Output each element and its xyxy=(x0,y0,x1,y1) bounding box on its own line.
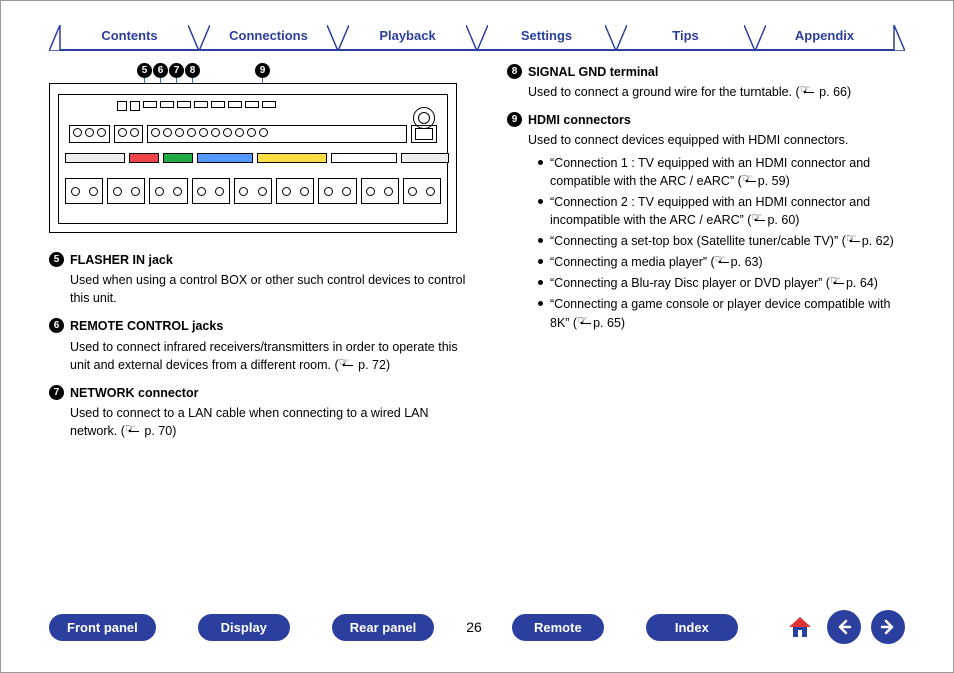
def-title: SIGNAL GND terminal xyxy=(528,63,851,81)
left-definitions: 5 FLASHER IN jack Used when using a cont… xyxy=(49,251,479,440)
callout-5: 5 xyxy=(137,63,152,78)
page-ref-link[interactable]: p. 65 xyxy=(593,316,621,330)
tab-sep-icon xyxy=(605,25,627,51)
rear-panel-diagram xyxy=(49,83,457,233)
page-ref-icon xyxy=(339,360,355,370)
page-ref-icon xyxy=(715,257,731,267)
def-title: HDMI connectors xyxy=(528,111,905,129)
def-network: 7 NETWORK connector Used to connect to a… xyxy=(49,384,479,440)
def-desc: Used when using a control BOX or other s… xyxy=(70,271,479,307)
page-ref-icon xyxy=(830,278,846,288)
tab-row: Contents Connections Playback Settings T… xyxy=(49,23,905,51)
right-column: 8 SIGNAL GND terminal Used to connect a … xyxy=(507,63,905,450)
tab-connections[interactable]: Connections xyxy=(210,27,327,49)
def-desc: Used to connect infrared receivers/trans… xyxy=(70,338,479,374)
callout-9: 9 xyxy=(255,63,270,78)
def-num: 9 xyxy=(507,112,522,127)
callout-7: 7 xyxy=(169,63,184,78)
def-remote-control: 6 REMOTE CONTROL jacks Used to connect i… xyxy=(49,317,479,373)
page-number: 26 xyxy=(466,619,482,635)
page-ref-link[interactable]: p. 62 xyxy=(862,234,890,248)
def-num: 8 xyxy=(507,64,522,79)
arrow-left-icon xyxy=(836,619,852,635)
def-num: 5 xyxy=(49,252,64,267)
def-num: 7 xyxy=(49,385,64,400)
pill-display[interactable]: Display xyxy=(198,614,290,641)
tab-sep-icon xyxy=(327,25,349,51)
tab-edge-icon xyxy=(49,25,71,51)
def-flasher-in: 5 FLASHER IN jack Used when using a cont… xyxy=(49,251,479,307)
page-ref-link[interactable]: p. 63 xyxy=(731,255,759,269)
page-ref-link[interactable]: p. 59 xyxy=(758,174,786,188)
tab-sep-icon xyxy=(188,25,210,51)
pill-remote[interactable]: Remote xyxy=(512,614,604,641)
tab-sep-icon xyxy=(744,25,766,51)
page-ref-icon xyxy=(751,215,767,225)
tab-settings[interactable]: Settings xyxy=(488,27,605,49)
page-ref-link[interactable]: p. 64 xyxy=(846,276,874,290)
home-icon xyxy=(786,613,814,641)
next-button[interactable] xyxy=(871,610,905,644)
page-ref-link[interactable]: p. 60 xyxy=(767,213,795,227)
tab-edge-icon xyxy=(883,25,905,51)
def-signal-gnd: 8 SIGNAL GND terminal Used to connect a … xyxy=(507,63,905,101)
def-desc: Used to connect to a LAN cable when conn… xyxy=(70,404,479,440)
page-ref-icon xyxy=(846,236,862,246)
def-title: NETWORK connector xyxy=(70,384,479,402)
home-button[interactable] xyxy=(783,610,817,644)
top-nav: Contents Connections Playback Settings T… xyxy=(1,1,953,51)
page-ref-icon xyxy=(742,176,758,186)
left-column: 5 6 7 8 9 xyxy=(49,63,479,450)
def-title: FLASHER IN jack xyxy=(70,251,479,269)
list-item: “Connecting a Blu-ray Disc player or DVD… xyxy=(538,274,905,292)
nav-icons xyxy=(783,610,905,644)
page-ref-link[interactable]: p. 66 xyxy=(819,85,847,99)
page-ref-link[interactable]: p. 70 xyxy=(144,424,172,438)
list-item: “Connection 1 : TV equipped with an HDMI… xyxy=(538,154,905,190)
page-ref-icon xyxy=(800,87,816,97)
arrow-right-icon xyxy=(880,619,896,635)
diagram-callouts: 5 6 7 8 9 xyxy=(137,63,479,81)
callout-8: 8 xyxy=(185,63,200,78)
hdmi-bullet-list: “Connection 1 : TV equipped with an HDMI… xyxy=(538,154,905,332)
tab-appendix[interactable]: Appendix xyxy=(766,27,883,49)
def-num: 6 xyxy=(49,318,64,333)
page-ref-link[interactable]: p. 72 xyxy=(358,358,386,372)
pill-front-panel[interactable]: Front panel xyxy=(49,614,156,641)
def-desc: Used to connect a ground wire for the tu… xyxy=(528,83,851,101)
tab-playback[interactable]: Playback xyxy=(349,27,466,49)
list-item: “Connecting a media player” (p. 63) xyxy=(538,253,905,271)
list-item: “Connecting a set-top box (Satellite tun… xyxy=(538,232,905,250)
page-ref-icon xyxy=(577,318,593,328)
list-item: “Connecting a game console or player dev… xyxy=(538,295,905,331)
content-area: 5 6 7 8 9 xyxy=(1,51,953,450)
pill-index[interactable]: Index xyxy=(646,614,738,641)
tab-tips[interactable]: Tips xyxy=(627,27,744,49)
callout-6: 6 xyxy=(153,63,168,78)
tab-contents[interactable]: Contents xyxy=(71,27,188,49)
def-desc: Used to connect devices equipped with HD… xyxy=(528,131,905,149)
pill-rear-panel[interactable]: Rear panel xyxy=(332,614,434,641)
def-title: REMOTE CONTROL jacks xyxy=(70,317,479,335)
prev-button[interactable] xyxy=(827,610,861,644)
page-ref-icon xyxy=(125,426,141,436)
def-hdmi: 9 HDMI connectors Used to connect device… xyxy=(507,111,905,334)
list-item: “Connection 2 : TV equipped with an HDMI… xyxy=(538,193,905,229)
tab-sep-icon xyxy=(466,25,488,51)
bottom-nav: Front panel Display Rear panel 26 Remote… xyxy=(1,610,953,644)
